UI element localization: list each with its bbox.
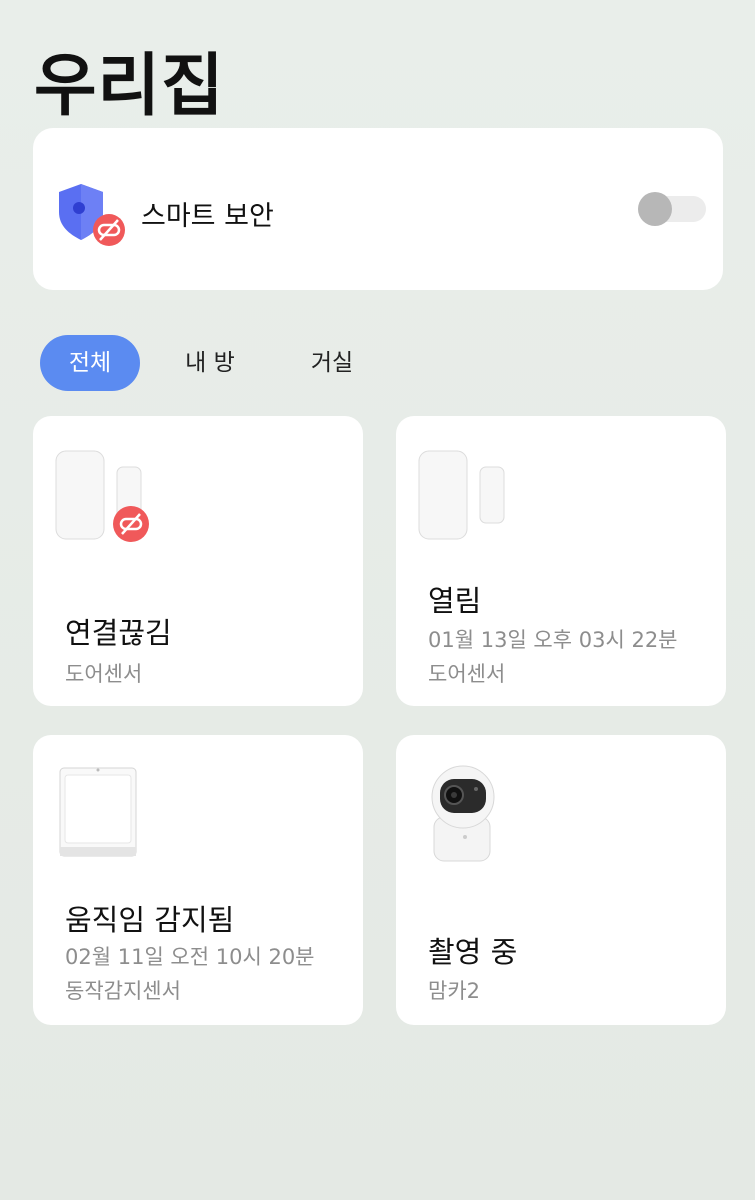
door-sensor-icon — [418, 450, 518, 550]
device-status: 움직임 감지됨 — [65, 903, 235, 937]
device-time: 02월 11일 오전 10시 20분 — [65, 945, 315, 969]
device-card-door-sensor-2[interactable]: 열림 01월 13일 오후 03시 22분 도어센서 — [396, 416, 726, 706]
door-sensor-icon — [55, 450, 155, 550]
device-status: 촬영 중 — [428, 935, 518, 969]
device-name: 도어센서 — [65, 662, 143, 686]
device-name: 맘카2 — [428, 979, 481, 1003]
tab-all[interactable]: 전체 — [40, 335, 140, 391]
device-card-motion-sensor[interactable]: 움직임 감지됨 02월 11일 오전 10시 20분 동작감지센서 — [33, 735, 363, 1025]
page-title: 우리집 — [34, 47, 225, 126]
device-time: 01월 13일 오후 03시 22분 — [428, 628, 678, 652]
device-card-door-sensor-1[interactable]: 연결끊김 도어센서 — [33, 416, 363, 706]
tab-living-room[interactable]: 거실 — [302, 335, 362, 391]
device-status: 연결끊김 — [65, 616, 172, 650]
tab-my-room[interactable]: 내 방 — [180, 335, 240, 391]
device-name: 동작감지센서 — [65, 979, 181, 1003]
camera-icon — [430, 765, 500, 867]
security-toggle[interactable] — [638, 192, 706, 226]
smart-security-card[interactable]: 스마트 보안 — [33, 128, 723, 290]
toggle-knob — [638, 192, 672, 226]
device-status: 열림 — [428, 584, 482, 618]
device-card-camera[interactable]: 촬영 중 맘카2 — [396, 735, 726, 1025]
device-name: 도어센서 — [428, 662, 506, 686]
smart-security-label: 스마트 보안 — [141, 201, 274, 232]
motion-sensor-icon — [59, 767, 139, 865]
shield-icon — [57, 182, 129, 252]
